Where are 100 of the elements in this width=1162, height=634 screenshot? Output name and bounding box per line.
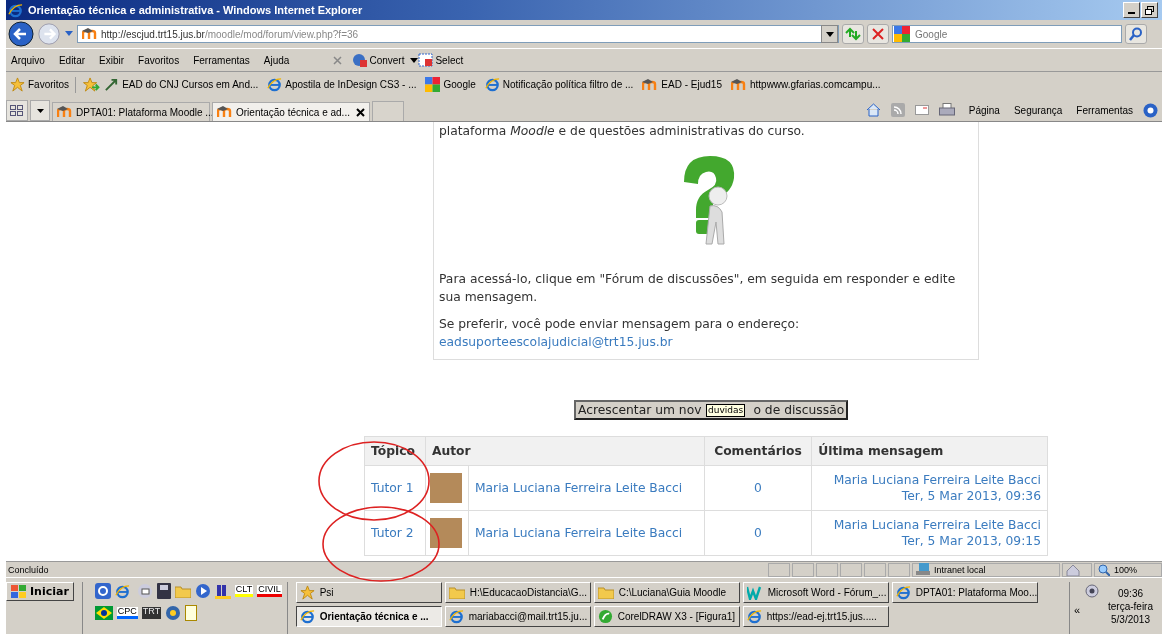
- moodle-icon: [217, 106, 233, 118]
- ie-icon: [895, 585, 911, 600]
- media-player-icon[interactable]: [194, 583, 211, 599]
- intranet-icon: [916, 563, 930, 576]
- zoom-button[interactable]: 100%: [1094, 562, 1162, 577]
- column-header[interactable]: Última mensagem: [811, 436, 1048, 466]
- taskbar-button[interactable]: C:\Luciana\Guia Moodle: [593, 582, 740, 603]
- quick-tabs-icon[interactable]: [6, 100, 28, 121]
- moodle-icon: [642, 78, 659, 91]
- show-hidden-icons[interactable]: «: [1074, 604, 1081, 616]
- address-field[interactable]: http://escjud.trt15.jus.br/moodle/mod/forum/view.php?f=36: [77, 25, 839, 43]
- ie-icon: [8, 2, 23, 18]
- close-icon[interactable]: [356, 107, 365, 117]
- column-header[interactable]: Comentários: [704, 436, 812, 466]
- taskbar-button[interactable]: https://ead-ej.trt15.jus.....: [742, 606, 889, 627]
- stop-icon[interactable]: [867, 24, 889, 44]
- taskbar-button[interactable]: DPTA01: Plataforma Moo...: [891, 582, 1038, 603]
- command-menu[interactable]: Página: [968, 104, 1000, 116]
- flag-icon[interactable]: [94, 606, 113, 620]
- menu-item[interactable]: Arquivo: [11, 54, 45, 66]
- favorite-link[interactable]: Apostila de InDesign CS3 - ...: [267, 77, 417, 92]
- menu-item[interactable]: Ferramentas: [193, 54, 250, 66]
- taskbar-button[interactable]: H:\EducacaoDistancia\G...: [444, 582, 591, 603]
- tab-list-icon[interactable]: [30, 100, 50, 121]
- history-dropdown-icon[interactable]: [64, 30, 74, 38]
- moodle-icon: [730, 78, 747, 91]
- restore-icon[interactable]: [1141, 2, 1158, 18]
- shortcut-label[interactable]: CPC: [116, 607, 138, 619]
- last-post-author-link[interactable]: Maria Luciana Ferreira Leite Bacci: [818, 517, 1041, 533]
- back-button[interactable]: [8, 21, 34, 47]
- favorite-link[interactable]: Notificação política filtro de ...: [484, 77, 634, 92]
- zoom-icon: [1098, 563, 1110, 576]
- last-post-date-link[interactable]: Ter, 5 Mar 2013, 09:15: [818, 533, 1041, 549]
- favorites-button[interactable]: Favoritos: [10, 77, 70, 92]
- last-post-author-link[interactable]: Maria Luciana Ferreira Leite Bacci: [818, 472, 1041, 488]
- google-icon: [894, 26, 910, 42]
- intro-text: plataforma Moodle e de questões administrativas do curso.: [439, 123, 806, 140]
- windows-logo-icon: [11, 584, 27, 599]
- menu-item[interactable]: Exibir: [99, 54, 125, 66]
- arrow-icon: [104, 77, 120, 92]
- email-link[interactable]: eadsuporteescolajudicial@trt15.jus.br: [439, 333, 972, 351]
- corel-icon: [597, 609, 613, 624]
- dropdown-icon[interactable]: [410, 57, 419, 63]
- clock-time: 09:36: [1118, 588, 1143, 599]
- moodle-icon: [57, 106, 73, 118]
- webcam-icon[interactable]: [1084, 584, 1100, 600]
- shortcut-label[interactable]: CIVIL: [257, 585, 282, 597]
- command-menu[interactable]: Ferramentas: [1076, 104, 1133, 116]
- contact-text: Se preferir, você pode enviar mensagem para o endereço:: [439, 316, 801, 333]
- google-icon: [425, 77, 441, 92]
- status-panel: [840, 562, 862, 577]
- menu-item[interactable]: Ajuda: [263, 54, 290, 66]
- minimize-icon[interactable]: [1123, 2, 1140, 18]
- folder-icon: [597, 586, 614, 599]
- last-post-date-link[interactable]: Ter, 5 Mar 2013, 09:36: [818, 488, 1041, 504]
- folder-icon: [448, 586, 465, 599]
- taskbar-button[interactable]: Microsoft Word - Fórum_...: [742, 582, 889, 603]
- browser-tab[interactable]: Orientação técnica e ad...: [212, 102, 370, 121]
- status-panel: [768, 562, 790, 577]
- notepad-icon[interactable]: [185, 605, 198, 621]
- convert-button[interactable]: Convert: [352, 53, 405, 67]
- favorite-link[interactable]: EAD do CNJ Cursos em And...: [104, 77, 259, 92]
- favorite-link[interactable]: Google: [425, 77, 476, 92]
- taskbar-button[interactable]: mariabacci@mail.trt15.ju...: [444, 606, 591, 627]
- search-field[interactable]: Google: [892, 25, 1122, 43]
- ie-icon: [114, 583, 130, 599]
- taskbar-button[interactable]: CorelDRAW X3 - [Figura1]: [593, 606, 740, 627]
- select-button[interactable]: Select: [418, 53, 464, 67]
- ie-icon: [746, 609, 762, 624]
- taskbar-button[interactable]: Orientação técnica e ...: [295, 606, 442, 627]
- dropdown-icon[interactable]: [821, 25, 838, 43]
- seal-icon[interactable]: [165, 605, 182, 621]
- help-icon[interactable]: [1143, 102, 1158, 118]
- favorite-link[interactable]: httpwww.gfarias.comcampu...: [730, 78, 881, 91]
- browser-tab[interactable]: DPTA01: Plataforma Moodle ...: [52, 102, 210, 121]
- comments-count[interactable]: 0: [754, 526, 762, 540]
- select-pdf-icon: [418, 53, 434, 67]
- taskbar-button[interactable]: Psi: [295, 582, 442, 603]
- home-icon[interactable]: [865, 103, 881, 117]
- command-menu[interactable]: Segurança: [1013, 104, 1063, 116]
- menu-item[interactable]: Editar: [58, 54, 86, 66]
- column-header[interactable]: Autor: [425, 436, 705, 466]
- menu-item[interactable]: Favoritos: [138, 54, 180, 66]
- shortcut-label[interactable]: CLT: [234, 585, 254, 597]
- clock-day: terça-feira: [1108, 601, 1153, 612]
- ie-icon: [484, 77, 500, 92]
- floppy-icon[interactable]: [156, 583, 171, 599]
- shortcut-label[interactable]: TRT: [141, 607, 162, 619]
- tooltip: duvidas: [706, 404, 746, 417]
- ie-icon: [267, 77, 283, 92]
- start-button[interactable]: Iniciar: [6, 582, 74, 601]
- star-icon: [10, 77, 25, 92]
- star-icon: [299, 585, 315, 600]
- print-icon[interactable]: [938, 103, 955, 117]
- word-icon: [746, 585, 763, 600]
- search-icon[interactable]: [1125, 24, 1147, 44]
- mail-icon[interactable]: [914, 105, 929, 115]
- favorite-link[interactable]: EAD - Ejud15: [642, 78, 722, 91]
- comments-count[interactable]: 0: [754, 481, 762, 495]
- moodle-icon: [82, 28, 98, 40]
